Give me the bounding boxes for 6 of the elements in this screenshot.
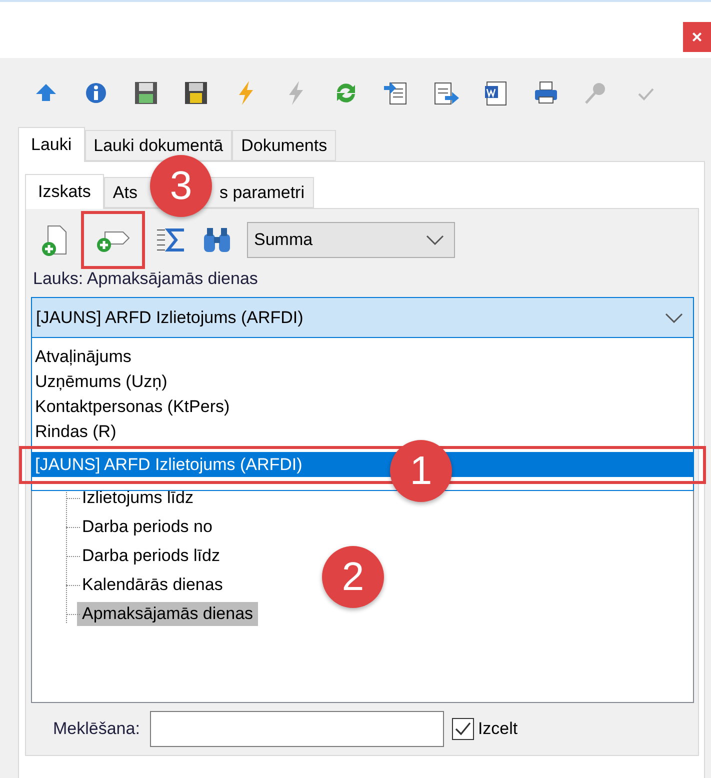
checkbox-label: Izcelt — [478, 719, 518, 740]
field-label: Lauks: Apmaksājamās dienas — [32, 269, 259, 289]
tab-label: s parametri — [219, 182, 304, 202]
search-label: Meklēšana: — [52, 719, 140, 740]
tab-label: Izskats — [38, 182, 91, 202]
tab-label: Ats — [112, 182, 138, 202]
